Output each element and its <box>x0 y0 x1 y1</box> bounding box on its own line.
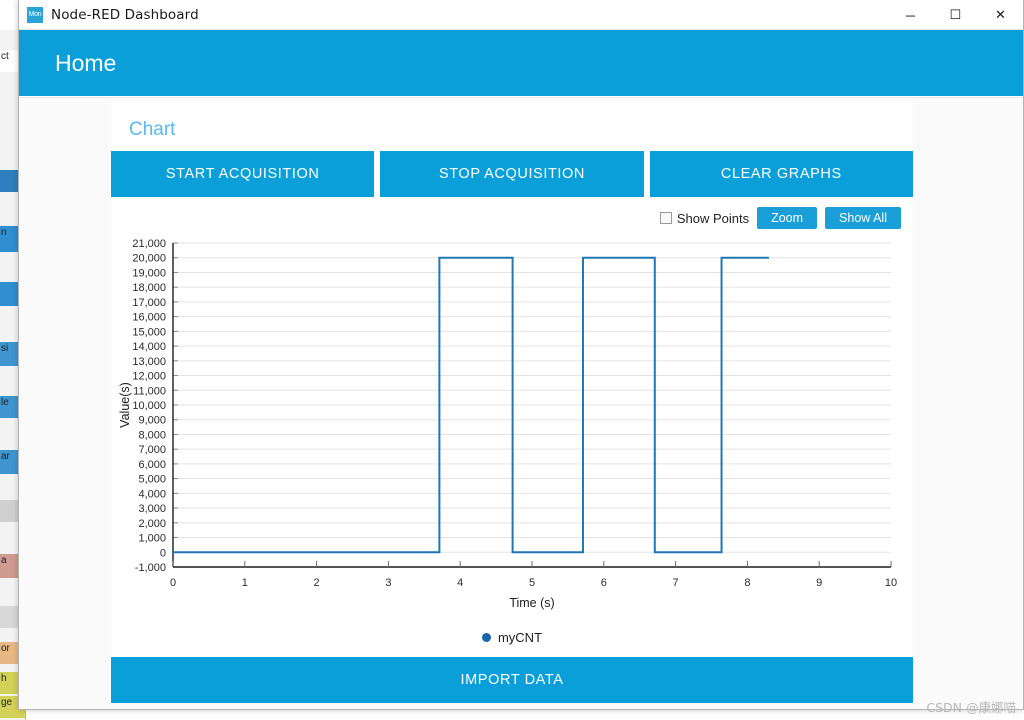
y-tick-label: 10,000 <box>132 400 166 412</box>
y-tick-label: 12,000 <box>132 371 166 383</box>
x-tick-label: 2 <box>314 577 320 589</box>
y-tick-label: 18,000 <box>132 282 166 294</box>
show-points-label: Show Points <box>676 210 750 226</box>
y-tick-label: 5,000 <box>138 474 166 486</box>
import-row: IMPORT DATA <box>111 649 913 703</box>
y-tick-label: 1,000 <box>138 533 166 545</box>
y-tick-label: 9,000 <box>138 415 166 427</box>
chart-toolbar: Show Points Zoom Show All <box>111 197 913 235</box>
action-button-row: START ACQUISITION STOP ACQUISITION CLEAR… <box>111 151 913 197</box>
maximize-icon: ☐ <box>949 7 962 22</box>
show-all-button[interactable]: Show All <box>825 207 901 229</box>
app-icon: Mon <box>27 6 43 23</box>
minimize-button[interactable]: ─ <box>888 0 933 30</box>
node-red-dashboard-window: Mon Node-RED Dashboard ─ ☐ ✕ Home Chart <box>18 0 1024 710</box>
start-acquisition-button[interactable]: START ACQUISITION <box>111 151 375 197</box>
y-tick-label: 16,000 <box>132 312 166 324</box>
maximize-button[interactable]: ☐ <box>933 0 978 30</box>
desktop-background: ctnsilearaorhgeeat Mon Node-RED Dashboar… <box>0 0 1024 720</box>
y-tick-label: -1,000 <box>135 562 166 574</box>
x-tick-label: 1 <box>242 577 248 589</box>
y-tick-label: 2,000 <box>138 518 166 530</box>
x-tick-label: 8 <box>744 577 750 589</box>
chart-plot-area[interactable]: -1,000 0 1,000 2,000 3,000 4,000 5,000 6,000 7,0… <box>111 235 913 625</box>
chart-svg: -1,000 0 1,000 2,000 3,000 4,000 5,000 6,000 7,0… <box>118 238 897 610</box>
x-tick-label: 7 <box>673 577 679 589</box>
chart-legend: myCNT <box>111 625 913 649</box>
y-tick-label: 0 <box>160 547 166 559</box>
y-tick-label: 19,000 <box>132 267 166 279</box>
close-button[interactable]: ✕ <box>978 0 1023 30</box>
x-tick-label: 6 <box>601 577 607 589</box>
y-tick-label: 6,000 <box>138 459 166 471</box>
app-header-bar: Home <box>19 30 1023 96</box>
legend-label: myCNT <box>497 629 543 645</box>
x-tick-label: 9 <box>816 577 822 589</box>
y-tick-label: 4,000 <box>138 488 166 500</box>
y-tick-label: 3,000 <box>138 503 166 515</box>
x-tick-label: 10 <box>885 577 897 589</box>
x-tick-label: 0 <box>170 577 176 589</box>
x-tick-label: 3 <box>385 577 391 589</box>
y-tick-label: 17,000 <box>132 297 166 309</box>
y-tick-label: 8,000 <box>138 429 166 441</box>
x-axis-title: Time (s) <box>509 596 554 610</box>
watermark: CSDN @康娜喵 <box>926 700 1016 715</box>
y-tick-label: 15,000 <box>132 326 166 338</box>
y-axis-title: Value(s) <box>118 382 132 428</box>
show-points-toggle[interactable]: Show Points <box>659 210 750 226</box>
show-points-checkbox[interactable] <box>659 212 672 224</box>
window-controls: ─ ☐ ✕ <box>888 0 1023 30</box>
y-tick-label: 14,000 <box>132 341 166 353</box>
x-tick-label: 5 <box>529 577 535 589</box>
x-tick-label: 4 <box>457 577 463 589</box>
y-tick-label: 13,000 <box>132 356 166 368</box>
stop-acquisition-button[interactable]: STOP ACQUISITION <box>380 151 644 197</box>
zoom-button[interactable]: Zoom <box>757 207 818 229</box>
legend-color-dot <box>481 632 491 642</box>
chart-card: Chart START ACQUISITION STOP ACQUISITION… <box>111 101 913 703</box>
title-bar[interactable]: Mon Node-RED Dashboard ─ ☐ ✕ <box>19 0 1023 30</box>
clear-graphs-button[interactable]: CLEAR GRAPHS <box>649 151 913 197</box>
window-title: Node-RED Dashboard <box>51 6 199 23</box>
minimize-icon: ─ <box>905 7 916 23</box>
y-tick-label: 20,000 <box>132 253 166 265</box>
close-icon: ✕ <box>995 7 1006 22</box>
page-title: Home <box>55 49 117 76</box>
y-tick-label: 11,000 <box>133 385 166 397</box>
y-tick-label: 7,000 <box>138 444 166 456</box>
card-title: Chart <box>129 119 176 140</box>
dashboard-page: Chart START ACQUISITION STOP ACQUISITION… <box>19 97 1023 709</box>
y-tick-label: 21,000 <box>132 238 166 250</box>
import-data-button[interactable]: IMPORT DATA <box>111 657 913 703</box>
